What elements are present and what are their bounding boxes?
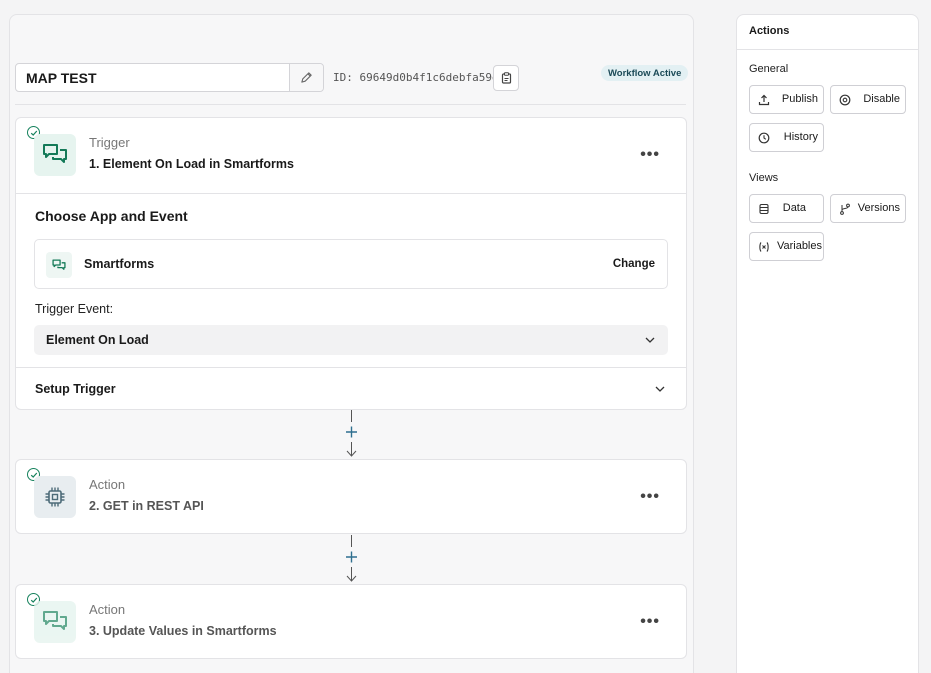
action-header[interactable]: Action 2. GET in REST API ••• <box>16 460 686 535</box>
versions-button[interactable]: Versions <box>830 194 906 223</box>
variable-icon <box>757 240 770 253</box>
versions-label: Versions <box>857 202 900 214</box>
database-icon <box>757 202 770 215</box>
chat-icon <box>43 144 67 163</box>
selected-app-row: Smartforms Change <box>34 239 668 289</box>
views-section-label: Views <box>749 172 779 184</box>
step-title: 1. Element On Load in Smartforms <box>89 157 294 171</box>
step-connector <box>342 535 362 583</box>
smartforms-app-icon <box>34 601 76 643</box>
chevron-down-icon <box>655 386 665 392</box>
step-title: 2. GET in REST API <box>89 499 204 513</box>
workflow-id: ID: 69649d0b4f1c6debfa59e153 <box>333 71 519 84</box>
add-step-button[interactable] <box>346 426 357 438</box>
trigger-event-label: Trigger Event: <box>35 302 114 316</box>
trigger-event-value: Element On Load <box>46 333 149 347</box>
more-options-button[interactable]: ••• <box>640 613 660 631</box>
data-label: Data <box>782 202 806 214</box>
publish-label: Publish <box>781 93 818 105</box>
cpu-icon <box>45 487 65 507</box>
variables-button[interactable]: Variables <box>749 232 824 261</box>
upload-icon <box>757 93 770 106</box>
chat-icon <box>43 611 67 630</box>
edit-name-button[interactable] <box>289 64 323 91</box>
add-step-button[interactable] <box>346 551 357 563</box>
trigger-event-select[interactable]: Element On Load <box>34 325 668 355</box>
app-name: Smartforms <box>84 257 155 271</box>
section-title: Choose App and Event <box>35 208 188 224</box>
action-card-update-values[interactable]: Action 3. Update Values in Smartforms ••… <box>15 584 687 659</box>
workflow-name-field[interactable]: MAP TEST <box>15 63 324 92</box>
setup-trigger-accordion[interactable]: Setup Trigger <box>16 367 686 409</box>
chevron-down-icon <box>645 337 655 343</box>
step-type: Action <box>89 602 126 617</box>
status-badge: Workflow Active <box>601 65 689 81</box>
smartforms-mini-icon <box>46 252 72 278</box>
history-button[interactable]: History <box>749 123 824 152</box>
chat-icon <box>52 258 66 270</box>
setup-trigger-label: Setup Trigger <box>35 382 116 396</box>
copy-id-button[interactable] <box>493 65 519 91</box>
workflow-name[interactable]: MAP TEST <box>16 70 289 86</box>
trigger-header[interactable]: Trigger 1. Element On Load in Smartforms… <box>16 118 686 193</box>
step-title: 3. Update Values in Smartforms <box>89 624 277 638</box>
data-button[interactable]: Data <box>749 194 824 223</box>
disable-button[interactable]: Disable <box>830 85 906 114</box>
more-options-button[interactable]: ••• <box>640 146 660 164</box>
publish-button[interactable]: Publish <box>749 85 824 114</box>
history-label: History <box>783 131 818 143</box>
disable-label: Disable <box>863 93 900 105</box>
clipboard-icon <box>501 72 511 84</box>
header-divider <box>15 104 686 105</box>
rest-api-app-icon <box>34 476 76 518</box>
sidebar-divider <box>737 49 918 50</box>
git-branch-icon <box>838 202 851 215</box>
action-header[interactable]: Action 3. Update Values in Smartforms ••… <box>16 585 686 660</box>
step-type: Trigger <box>89 135 130 150</box>
step-type: Action <box>89 477 126 492</box>
pencil-icon <box>301 72 312 83</box>
trigger-card[interactable]: Trigger 1. Element On Load in Smartforms… <box>15 117 687 410</box>
choose-app-section: Choose App and Event Smartforms Change T… <box>16 193 686 367</box>
stop-circle-icon <box>838 93 851 106</box>
variables-label: Variables <box>776 240 822 252</box>
more-options-button[interactable]: ••• <box>640 488 660 506</box>
actions-sidebar: Actions General Publish Disable History … <box>736 14 919 673</box>
step-connector <box>342 410 362 458</box>
clock-icon <box>757 131 770 144</box>
general-section-label: General <box>749 63 789 75</box>
smartforms-app-icon <box>34 134 76 176</box>
action-card-rest-api[interactable]: Action 2. GET in REST API ••• <box>15 459 687 534</box>
sidebar-title: Actions <box>749 25 790 37</box>
change-app-button[interactable]: Change <box>613 258 655 270</box>
